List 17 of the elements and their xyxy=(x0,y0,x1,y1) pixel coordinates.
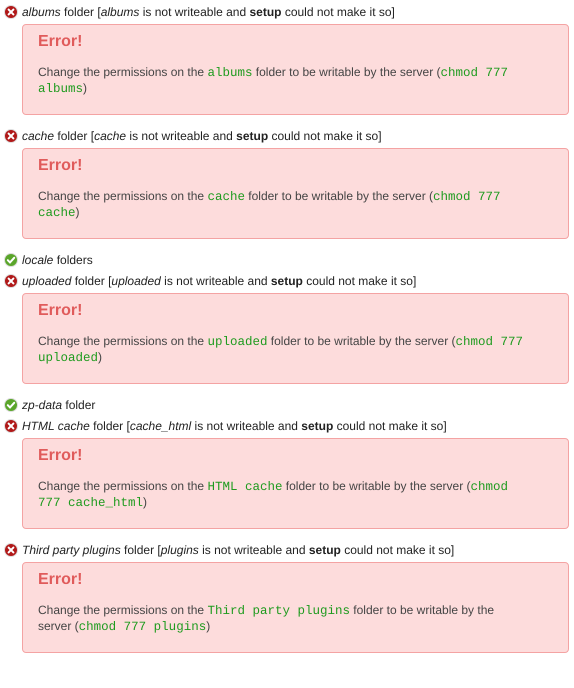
check-label: albums folder [albums is not writeable and setup could not make it so] xyxy=(22,5,395,19)
error-message: Change the permissions on the HTML cache folder to be writable by the server (chmod 777 cache_html) xyxy=(38,479,510,511)
check-label: Third party plugins folder [plugins is not writeable and setup could not make it so] xyxy=(22,543,454,557)
error-message: Change the permissions on the cache folder to be writable by the server (chmod 777 cache) xyxy=(38,189,502,221)
error-title: Error! xyxy=(38,33,84,51)
check-label: zp-data folder xyxy=(22,398,96,412)
error-title: Error! xyxy=(38,157,84,175)
error-title: Error! xyxy=(38,447,84,465)
error-message: Change the permissions on the uploaded folder to be writable by the server (chmod 777 uploaded) xyxy=(38,334,524,366)
check-label: HTML cache folder [cache_html is not writeable and setup could not make it so] xyxy=(22,419,447,433)
error-title: Error! xyxy=(38,571,84,589)
error-message: Change the permissions on the albums folder to be writable by the server (chmod 777 albums) xyxy=(38,65,510,97)
check-label: uploaded folder [uploaded is not writeable and setup could not make it so] xyxy=(22,274,416,288)
check-label: cache folder [cache is not writeable and setup could not make it so] xyxy=(22,129,382,143)
error-title: Error! xyxy=(38,302,84,320)
check-label: locale folders xyxy=(22,253,93,267)
error-message: Change the permissions on the Third party plugins folder to be writable by the server (chmod 777 plugins) xyxy=(38,603,496,635)
